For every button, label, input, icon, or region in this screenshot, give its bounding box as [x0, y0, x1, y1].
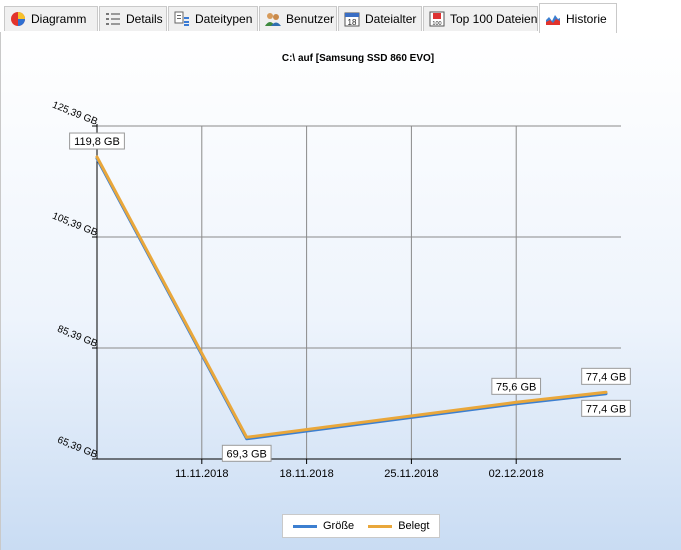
x-tick-label: 18.11.2018: [279, 468, 333, 480]
tab-label: Dateitypen: [195, 12, 253, 26]
history-chart: C:\ auf [Samsung SSD 860 EVO] 65,39 GB 85…: [51, 53, 631, 480]
data-label-text: 119,8 GB: [74, 136, 120, 148]
list-icon: [106, 13, 120, 25]
tab-label: Benutzer: [286, 12, 335, 26]
data-label: 119,8 GB: [69, 132, 125, 150]
data-label: 77,4 GB: [581, 399, 631, 417]
legend-label: Belegt: [398, 520, 430, 532]
data-label: 69,3 GB: [221, 444, 272, 462]
y-tick-label: 105,39 GB: [51, 211, 100, 239]
chart-legend: Größe Belegt: [282, 514, 441, 538]
data-label: 75,6 GB: [491, 377, 542, 395]
series-lines: [95, 155, 608, 441]
tab-label: Historie: [566, 11, 607, 26]
tab-label: Details: [126, 12, 163, 26]
svg-text:100: 100: [432, 21, 441, 27]
tab-benutzer[interactable]: Benutzer: [259, 6, 337, 31]
legend-swatch: [368, 524, 393, 528]
tab-bar: Diagramm Details Dateitypen Benutzer 18: [0, 0, 681, 33]
tab-diagramm[interactable]: Diagramm: [4, 6, 98, 31]
data-label-text: 75,6 GB: [496, 381, 536, 393]
users-icon: [265, 13, 281, 26]
data-label: 77,4 GB: [581, 367, 631, 385]
legend-swatch: [293, 524, 317, 528]
history-chart-icon: [546, 14, 560, 25]
y-tick-label: 65,39 GB: [56, 435, 100, 461]
chart-title: C:\ auf [Samsung SSD 860 EVO]: [282, 53, 434, 64]
data-labels: 119,8 GB 69,3 GB 75,6 GB 77,4 GB 77,4 GB: [69, 132, 631, 462]
tab-dateialter[interactable]: 18 Dateialter: [338, 6, 422, 31]
data-label-text: 69,3 GB: [227, 448, 267, 460]
chart-grid: [97, 125, 621, 460]
data-label-text: 77,4 GB: [586, 403, 626, 415]
y-tick-label: 125,39 GB: [51, 100, 100, 128]
file-types-icon: [174, 11, 189, 26]
tab-label: Top 100 Dateien: [450, 12, 538, 26]
legend-item-belegt: Belegt: [368, 520, 429, 532]
tab-historie[interactable]: Historie: [539, 3, 617, 33]
top100-icon: 100: [429, 11, 445, 27]
calendar-icon: 18: [344, 12, 360, 27]
tab-label: Dateialter: [365, 12, 417, 26]
x-axis-tick-labels: 11.11.2018 18.11.2018 25.11.2018 02.12.2018: [175, 468, 544, 480]
pie-chart-icon: [11, 12, 25, 26]
tab-label: Diagramm: [31, 12, 87, 26]
y-axis-tick-labels: 65,39 GB 85,39 GB 105,39 GB 125,39 GB: [51, 100, 100, 461]
tab-top-100-dateien[interactable]: 100 Top 100 Dateien: [423, 6, 538, 31]
x-tick-label: 02.12.2018: [489, 468, 544, 480]
x-tick-label: 11.11.2018: [175, 468, 228, 480]
y-tick-label: 85,39 GB: [56, 324, 100, 350]
tab-details[interactable]: Details: [99, 6, 167, 31]
data-label-text: 77,4 GB: [586, 371, 626, 383]
tab-dateitypen[interactable]: Dateitypen: [168, 6, 258, 31]
series-line-1: [95, 155, 608, 439]
legend-label: Größe: [323, 520, 355, 532]
svg-text:18: 18: [348, 18, 357, 27]
legend-item-groesse: Größe: [293, 520, 354, 532]
history-panel: C:\ auf [Samsung SSD 860 EVO] 65,39 GB 85…: [0, 32, 681, 550]
x-tick-label: 25.11.2018: [384, 468, 438, 480]
